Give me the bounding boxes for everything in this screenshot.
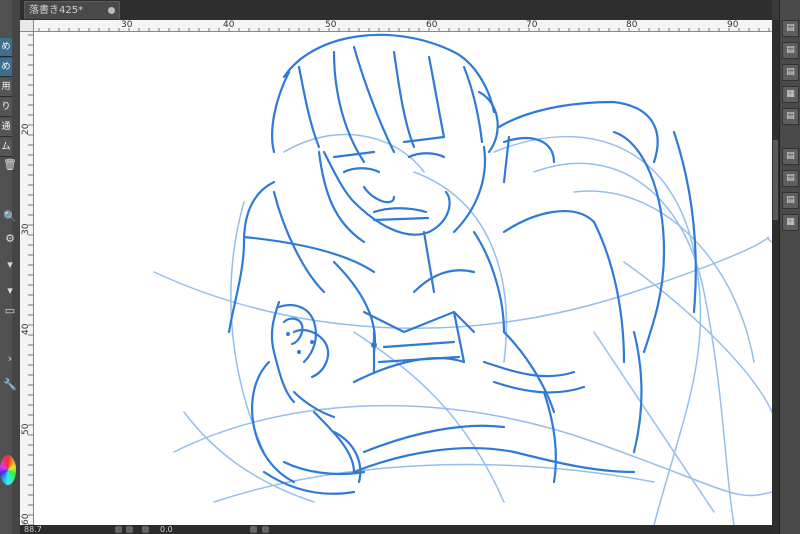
layer-button[interactable]: ▤ bbox=[782, 42, 799, 59]
dropdown-icon[interactable]: ▾ bbox=[0, 282, 20, 298]
status-bar: 88.7 0.0 bbox=[20, 525, 772, 534]
rotation-value[interactable]: 0.0 bbox=[160, 525, 173, 534]
layer-button[interactable]: ▦ bbox=[782, 86, 799, 103]
document-tab[interactable]: 落書き425* bbox=[24, 1, 120, 19]
ruler-label: 40 bbox=[21, 323, 31, 335]
layer-button[interactable]: ▤ bbox=[782, 20, 799, 37]
ruler-top: 30 40 50 60 70 80 90 bbox=[33, 20, 772, 32]
ruler-label: 60 bbox=[21, 513, 31, 525]
rotate-left-icon[interactable] bbox=[250, 526, 257, 533]
fit-icon[interactable] bbox=[142, 526, 149, 533]
ruler-left: 20 30 40 50 60 bbox=[20, 20, 34, 534]
ruler-left-ticks bbox=[28, 24, 33, 526]
ruler-label: 70 bbox=[526, 20, 538, 30]
dropdown-icon[interactable]: ▾ bbox=[0, 256, 20, 272]
sub-tool-6[interactable]: ム bbox=[0, 138, 12, 157]
zoom-in-icon[interactable] bbox=[126, 526, 133, 533]
ruler-label: 80 bbox=[626, 20, 638, 30]
layer-button[interactable]: ▤ bbox=[782, 170, 799, 187]
close-icon[interactable] bbox=[108, 7, 115, 14]
gear-icon[interactable]: ⚙ bbox=[0, 230, 20, 246]
ruler-top-ticks bbox=[38, 28, 770, 31]
sub-tool-4[interactable]: り bbox=[0, 98, 12, 117]
ruler-label: 50 bbox=[21, 423, 31, 435]
document-tab-bar: 落書き425* bbox=[20, 0, 772, 21]
document-tab-title: 落書き425* bbox=[29, 5, 84, 16]
layer-button[interactable]: ▤ bbox=[782, 192, 799, 209]
ruler-label: 60 bbox=[426, 20, 438, 30]
ruler-label: 30 bbox=[21, 223, 31, 235]
zoom-icon[interactable]: 🔍 bbox=[0, 208, 20, 224]
zoom-level[interactable]: 88.7 bbox=[24, 525, 42, 534]
layer-button[interactable]: ▤ bbox=[782, 64, 799, 81]
ruler-label: 50 bbox=[325, 20, 337, 30]
ruler-corner bbox=[20, 20, 34, 32]
ruler-label: 30 bbox=[121, 20, 133, 30]
ruler-label: 90 bbox=[727, 20, 739, 30]
sub-tool-2[interactable]: め bbox=[0, 58, 12, 77]
vertical-scrollbar[interactable] bbox=[772, 20, 779, 534]
sub-tool-1[interactable]: め bbox=[0, 38, 12, 57]
layer-button[interactable]: ▤ bbox=[782, 148, 799, 165]
ruler-label: 20 bbox=[21, 123, 31, 135]
color-wheel-icon[interactable] bbox=[0, 455, 16, 485]
bucket-icon[interactable]: 🗑 bbox=[0, 156, 20, 172]
layer-button[interactable]: ▤ bbox=[782, 108, 799, 125]
sketch-artwork bbox=[153, 33, 772, 525]
zoom-out-icon[interactable] bbox=[115, 526, 122, 533]
rectangle-icon[interactable]: ▭ bbox=[0, 302, 20, 318]
sub-tool-5[interactable]: 通 bbox=[0, 118, 12, 137]
right-layer-panel: ▤ ▤ ▤ ▦ ▤ ▤ ▤ ▤ ▦ bbox=[779, 0, 800, 534]
left-tool-panel: め め 用 り 通 ム 🗑 🔍 ⚙ ▾ ▾ ▭ › 🔧 bbox=[0, 0, 21, 534]
scroll-thumb[interactable] bbox=[773, 140, 778, 220]
rotate-right-icon[interactable] bbox=[262, 526, 269, 533]
chevron-icon[interactable]: › bbox=[0, 350, 20, 366]
sub-tool-3[interactable]: 用 bbox=[0, 78, 12, 97]
drawing-canvas[interactable] bbox=[34, 32, 772, 525]
wrench-icon[interactable]: 🔧 bbox=[0, 376, 20, 392]
layer-button[interactable]: ▦ bbox=[782, 214, 799, 231]
ruler-label: 40 bbox=[223, 20, 235, 30]
